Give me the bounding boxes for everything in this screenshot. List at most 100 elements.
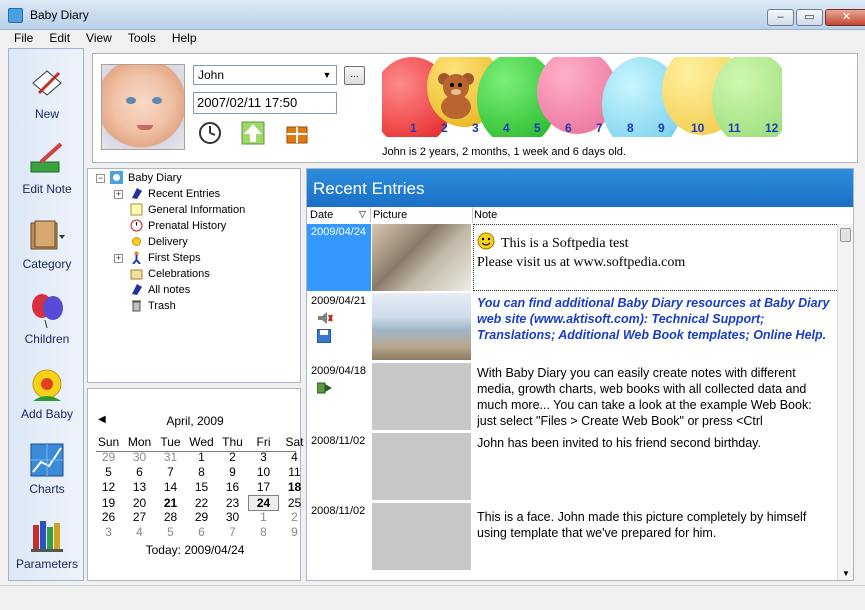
scrollbar-thumb[interactable] xyxy=(840,228,851,242)
column-header-picture[interactable]: Picture xyxy=(373,209,407,223)
column-divider[interactable] xyxy=(472,207,473,223)
calendar-today-label[interactable]: Today: 2009/04/24 xyxy=(88,543,302,557)
menu-view[interactable]: View xyxy=(78,30,120,45)
tree-item-recent-entries[interactable]: Recent Entries xyxy=(130,187,220,203)
calendar-day[interactable]: 6 xyxy=(186,525,217,539)
calendar-day[interactable]: 22 xyxy=(186,496,217,510)
tree-collapse-toggle[interactable]: − xyxy=(96,174,105,183)
calendar-day[interactable]: 13 xyxy=(124,480,155,494)
scroll-down-icon[interactable]: ▼ xyxy=(842,569,850,578)
upload-arrow-icon[interactable] xyxy=(241,121,265,145)
child-select[interactable]: John ▼ xyxy=(193,65,337,85)
entry-note: With Baby Diary you can easily create no… xyxy=(477,366,812,428)
tree-expand-toggle[interactable]: + xyxy=(114,190,123,199)
speaker-icon[interactable] xyxy=(317,311,333,325)
calendar-day[interactable]: 29 xyxy=(93,450,124,464)
minimize-button[interactable]: – xyxy=(767,9,794,26)
calendar-day[interactable]: 1 xyxy=(248,510,279,524)
tree-item-celebrations[interactable]: Celebrations xyxy=(130,267,210,283)
calendar-day[interactable]: 9 xyxy=(217,465,248,479)
calendar-day[interactable]: 3 xyxy=(248,450,279,464)
menu-help[interactable]: Help xyxy=(164,30,205,45)
calendar-day[interactable]: 30 xyxy=(217,510,248,524)
entry-picture[interactable] xyxy=(372,433,471,500)
calendar-day[interactable]: 17 xyxy=(248,480,279,494)
sidebar-item-category[interactable]: Category xyxy=(9,207,85,279)
calendar-day[interactable]: 23 xyxy=(217,496,248,510)
calendar-day[interactable]: 6 xyxy=(124,465,155,479)
table-row[interactable]: 2009/04/24 This is a Softpedia test Plea… xyxy=(307,224,842,294)
calendar-day[interactable]: 27 xyxy=(124,510,155,524)
column-header-note[interactable]: Note xyxy=(474,209,497,223)
tree-item-all-notes[interactable]: All notes xyxy=(130,283,190,299)
sidebar-item-add-baby[interactable]: Add Baby xyxy=(9,357,85,429)
column-header-date[interactable]: Date xyxy=(310,209,333,223)
calendar-day[interactable]: 28 xyxy=(155,510,186,524)
calendar-day[interactable]: 29 xyxy=(186,510,217,524)
tree-item-delivery[interactable]: Delivery xyxy=(130,235,188,251)
save-disk-icon[interactable] xyxy=(317,329,331,343)
calendar-day[interactable]: 30 xyxy=(124,450,155,464)
clock-icon[interactable] xyxy=(198,121,222,145)
sort-descending-icon[interactable]: ▽ xyxy=(359,209,366,223)
calendar-day[interactable]: 8 xyxy=(248,525,279,539)
entry-picture[interactable] xyxy=(372,363,471,430)
calendar-day[interactable]: 4 xyxy=(124,525,155,539)
menu-edit[interactable]: Edit xyxy=(41,30,78,45)
table-row[interactable]: 2009/04/18 With Baby Diary you can easil… xyxy=(307,363,842,433)
calendar-day[interactable]: 5 xyxy=(155,525,186,539)
calendar-day[interactable]: 1 xyxy=(186,450,217,464)
table-row[interactable]: 2008/11/02 This is a face. John made thi… xyxy=(307,503,842,575)
close-button[interactable]: ✕ xyxy=(825,9,865,26)
calendar-day[interactable]: 2 xyxy=(217,450,248,464)
sidebar-item-parameters[interactable]: Parameters xyxy=(9,507,85,579)
table-row[interactable]: 2009/04/21 You can find additional Baby … xyxy=(307,293,842,363)
calendar-day[interactable]: 21 xyxy=(155,496,186,510)
tree-expand-toggle[interactable]: + xyxy=(114,254,123,263)
calendar-day[interactable]: 26 xyxy=(93,510,124,524)
datetime-field[interactable]: 2007/02/11 17:50 xyxy=(193,92,337,114)
column-divider[interactable] xyxy=(370,207,371,223)
calendar-day[interactable]: 7 xyxy=(155,465,186,479)
calendar-day[interactable]: 16 xyxy=(217,480,248,494)
tree-item-prenatal-history[interactable]: Prenatal History xyxy=(130,219,226,235)
tree-root[interactable]: Baby Diary xyxy=(110,171,182,187)
calendar-day[interactable]: 3 xyxy=(93,525,124,539)
status-bar xyxy=(0,585,865,610)
calendar-day[interactable]: 14 xyxy=(155,480,186,494)
entry-note[interactable]: You can find additional Baby Diary resou… xyxy=(477,295,832,343)
entry-picture[interactable] xyxy=(372,293,471,360)
menu-tools[interactable]: Tools xyxy=(120,30,164,45)
tree-item-general-information[interactable]: General Information xyxy=(130,203,245,219)
sidebar-item-edit-note[interactable]: Edit Note xyxy=(9,132,85,204)
maximize-button[interactable]: ▭ xyxy=(796,9,823,26)
gift-icon[interactable] xyxy=(285,121,309,145)
entry-picture[interactable] xyxy=(372,224,471,291)
browse-button[interactable]: ... xyxy=(344,66,365,85)
menu-file[interactable]: File xyxy=(0,30,41,45)
calendar-day[interactable]: 15 xyxy=(186,480,217,494)
tree-item-first-steps[interactable]: First Steps xyxy=(130,251,201,267)
entry-note: John has been invited to his friend seco… xyxy=(477,436,761,450)
tree-item-trash[interactable]: Trash xyxy=(130,299,176,315)
calendar-day[interactable]: 31 xyxy=(155,450,186,464)
sidebar-item-charts[interactable]: Charts xyxy=(9,432,85,504)
calendar-day[interactable]: 19 xyxy=(93,496,124,510)
entries-scrollbar[interactable]: ▼ xyxy=(837,224,853,580)
note-icon xyxy=(130,203,143,216)
calendar-day[interactable]: 5 xyxy=(93,465,124,479)
entry-picture[interactable] xyxy=(372,503,471,570)
export-icon[interactable] xyxy=(317,381,333,395)
sidebar-item-new[interactable]: New xyxy=(9,57,85,129)
calendar-day[interactable]: 8 xyxy=(186,465,217,479)
calendar-day[interactable]: 20 xyxy=(124,496,155,510)
calendar-day[interactable]: 12 xyxy=(93,480,124,494)
table-row[interactable]: 2008/11/02 John has been invited to his … xyxy=(307,433,842,503)
calendar-day[interactable]: 7 xyxy=(217,525,248,539)
child-photo[interactable] xyxy=(101,64,185,150)
category-tree: − Baby Diary + Recent Entries General In… xyxy=(87,168,301,383)
calendar-day[interactable]: 10 xyxy=(248,465,279,479)
calendar-day-today[interactable]: 24 xyxy=(248,495,279,511)
sidebar-item-children[interactable]: Children xyxy=(9,282,85,354)
chevron-down-icon[interactable]: ▼ xyxy=(320,68,334,82)
